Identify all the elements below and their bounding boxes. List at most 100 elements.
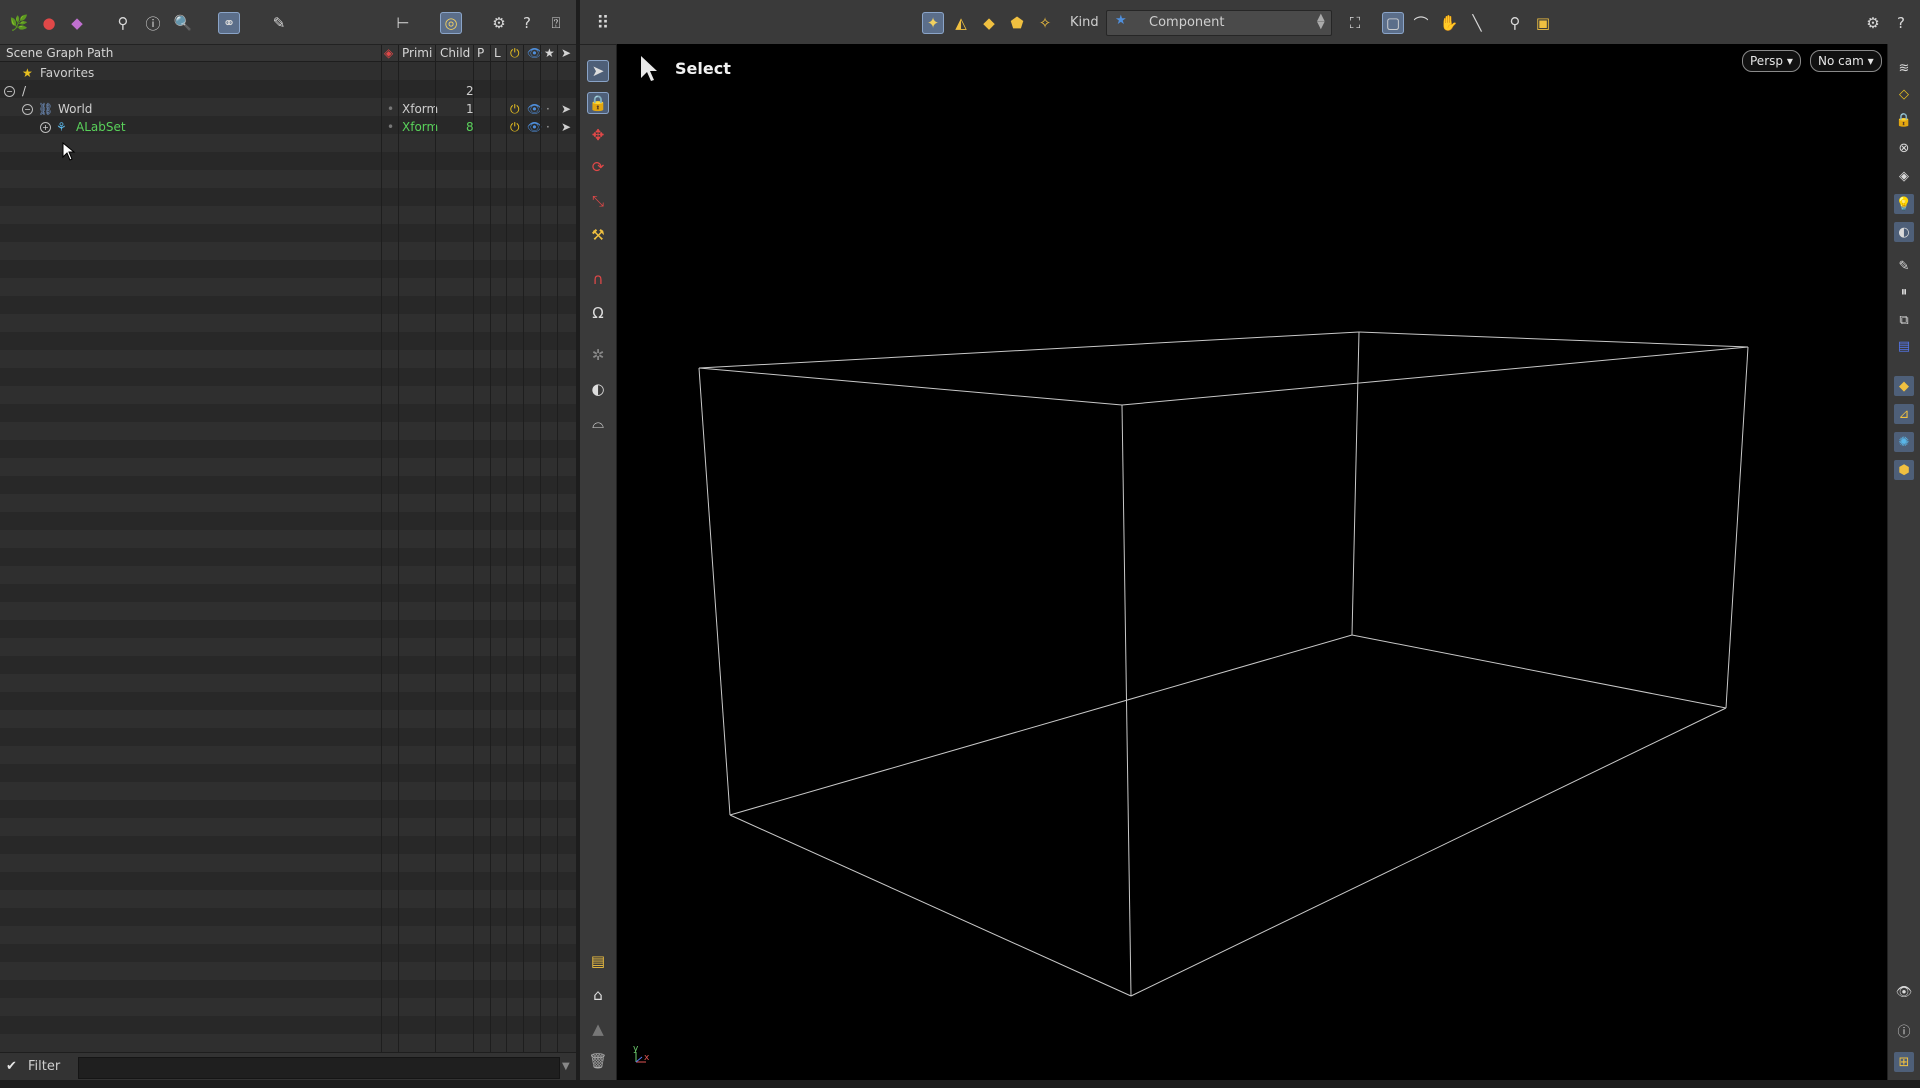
material-preview-icon[interactable]: ◆ [1894, 376, 1914, 396]
help-book-icon[interactable]: ? [516, 12, 538, 34]
column-divider[interactable] [557, 45, 558, 1052]
power-column-icon[interactable]: ⏻ [510, 46, 520, 61]
grid-menu-icon[interactable]: ⠿ [592, 12, 614, 34]
select-mode-icon[interactable]: ✦ [922, 12, 944, 34]
xform-icon: ⛓ [38, 102, 54, 116]
filter-check-icon[interactable]: ✔ [6, 1059, 17, 1074]
link-icon[interactable]: ⚭ [218, 12, 240, 34]
kind-dropdown[interactable]: ★ Component ▲ ▼ [1106, 10, 1332, 36]
lop-tree-icon[interactable]: ⚲ [112, 12, 134, 34]
filter-input[interactable] [78, 1057, 560, 1079]
brush-select-icon[interactable]: ✋ [1438, 12, 1460, 34]
scale-tool-icon[interactable]: ⤡ [587, 190, 609, 212]
column-divider[interactable] [506, 45, 507, 1052]
copy-icon[interactable]: ⧉ [1894, 310, 1914, 330]
expand-icon[interactable]: + [40, 122, 51, 133]
faces-mode-icon[interactable]: ⬟ [1006, 12, 1028, 34]
reference-icon[interactable]: ◇ [1894, 84, 1914, 104]
collapse-icon[interactable]: − [22, 104, 33, 115]
render-region-icon[interactable]: ▤ [587, 950, 609, 972]
brush-icon[interactable]: ✎ [268, 12, 290, 34]
lasso-select-icon[interactable]: ⌒ [1410, 12, 1432, 34]
trash-tool-icon[interactable]: 🗑 [587, 1050, 609, 1072]
box-select-icon[interactable]: ▢ [1382, 12, 1404, 34]
active-toggle-icon[interactable]: ⏻ [510, 102, 520, 117]
info-icon[interactable]: ⓘ [1894, 1020, 1914, 1040]
light-tool-icon[interactable]: ⌓ [587, 412, 609, 434]
kind-value: Component [1149, 15, 1225, 30]
edges-mode-icon[interactable]: ◆ [978, 12, 1000, 34]
hierarchy-icon[interactable]: ⊢ [392, 12, 414, 34]
column-divider[interactable] [398, 45, 399, 1052]
scene-graph-icon[interactable]: 🌿 [8, 12, 30, 34]
selectable-toggle-icon[interactable]: ➤ [561, 120, 571, 134]
lock-icon[interactable]: 🔒 [1894, 110, 1914, 130]
stamp-tool-icon[interactable]: ▲ [587, 1018, 609, 1040]
column-header-children[interactable]: Child [440, 46, 470, 60]
rotate-tool-icon[interactable]: ⟳ [587, 156, 609, 178]
chevron-down-icon[interactable]: ▼ [562, 1061, 570, 1072]
column-divider[interactable] [523, 45, 524, 1052]
lighting-icon[interactable]: 💡 [1894, 194, 1914, 214]
material-icon[interactable]: ◆ [66, 12, 88, 34]
display-layer-icon[interactable]: ≋ [1894, 58, 1914, 78]
column-divider[interactable] [540, 45, 541, 1052]
wireframe-icon[interactable]: ◈ [1894, 166, 1914, 186]
laser-select-icon[interactable]: ╲ [1466, 12, 1488, 34]
snap-grid-icon[interactable]: ⊿ [1894, 404, 1914, 424]
object-mode-icon[interactable]: ⬢ [1894, 460, 1914, 480]
column-header-path[interactable]: Scene Graph Path [6, 46, 113, 60]
diamond-icon[interactable]: ◈ [384, 46, 393, 60]
transform-tool-icon[interactable]: ⚒ [587, 224, 609, 246]
camera-orbit-icon[interactable]: ◐ [587, 378, 609, 400]
column-header-primitive[interactable]: Primi [402, 46, 432, 60]
shading-icon[interactable]: ⊗ [1894, 138, 1914, 158]
pause-icon[interactable]: ⏸ [1894, 282, 1914, 302]
quad-view-icon[interactable]: ⊞ [1894, 1052, 1914, 1072]
prim-type: Xform [402, 102, 439, 116]
points-mode-icon[interactable]: ◭ [950, 12, 972, 34]
column-header-p[interactable]: P [477, 46, 484, 60]
favorites-icon: ★ [22, 66, 33, 80]
snap-magnet-icon[interactable]: Ω [587, 302, 609, 324]
target-icon[interactable]: ◎ [440, 12, 462, 34]
particle-icon[interactable]: ✺ [1894, 432, 1914, 452]
move-tool-icon[interactable]: ✥ [587, 124, 609, 146]
paint-tool-icon[interactable]: ⌂ [587, 984, 609, 1006]
highlight-icon[interactable]: ▣ [1532, 12, 1554, 34]
pick-icon[interactable]: ⚲ [1504, 12, 1526, 34]
eye-view-icon[interactable]: 👁 [1894, 982, 1914, 1002]
column-header-l[interactable]: L [494, 46, 501, 60]
column-divider[interactable] [381, 45, 382, 1052]
info-icon[interactable]: ⓘ [142, 12, 164, 34]
selectable-toggle-icon[interactable]: ➤ [561, 102, 571, 116]
help-icon[interactable]: ⍰ [545, 12, 567, 34]
secure-select-icon[interactable]: ⛶ [1344, 12, 1366, 34]
row-label: / [22, 84, 27, 98]
network-icon[interactable]: ● [38, 12, 60, 34]
lock-tool-icon[interactable]: 🔒 [587, 92, 609, 114]
3d-viewport[interactable]: Select Persp ▾ No cam ▾ y x [617, 44, 1887, 1080]
column-divider[interactable] [435, 45, 436, 1052]
selectable-column-icon[interactable]: ➤ [561, 46, 571, 60]
display-options-strip: ≋ ◇ 🔒 ⊗ ◈ 💡 ◐ ✎ ⏸ ⧉ ▤ ◆ ⊿ ✺ ⬢ 👁 ⓘ ⊞ [1887, 44, 1920, 1080]
guide-icon[interactable]: ✎ [1894, 256, 1914, 276]
select-tool-icon[interactable]: ➤ [587, 60, 609, 82]
row-label: World [58, 102, 93, 116]
instance-mode-icon[interactable]: ✧ [1034, 12, 1056, 34]
column-divider[interactable] [490, 45, 491, 1052]
layers-icon[interactable]: ▤ [1894, 336, 1914, 356]
search-magnifier-icon[interactable]: 🔍 [172, 12, 194, 34]
magnet-icon[interactable]: ∩ [587, 268, 609, 290]
column-divider[interactable] [473, 45, 474, 1052]
active-toggle-icon[interactable]: ⏻ [510, 120, 520, 135]
handle-tool-icon[interactable]: ✲ [587, 344, 609, 366]
kind-label: Kind [1070, 15, 1099, 30]
shadow-icon[interactable]: ◐ [1894, 222, 1914, 242]
star-column-icon[interactable]: ★ [544, 46, 555, 60]
collapse-icon[interactable]: − [4, 86, 15, 97]
gear-icon[interactable]: ⚙ [1862, 12, 1884, 34]
gear-icon[interactable]: ⚙ [488, 12, 510, 34]
help-icon[interactable]: ? [1890, 12, 1912, 34]
axis-gizmo: y x [633, 1044, 650, 1063]
